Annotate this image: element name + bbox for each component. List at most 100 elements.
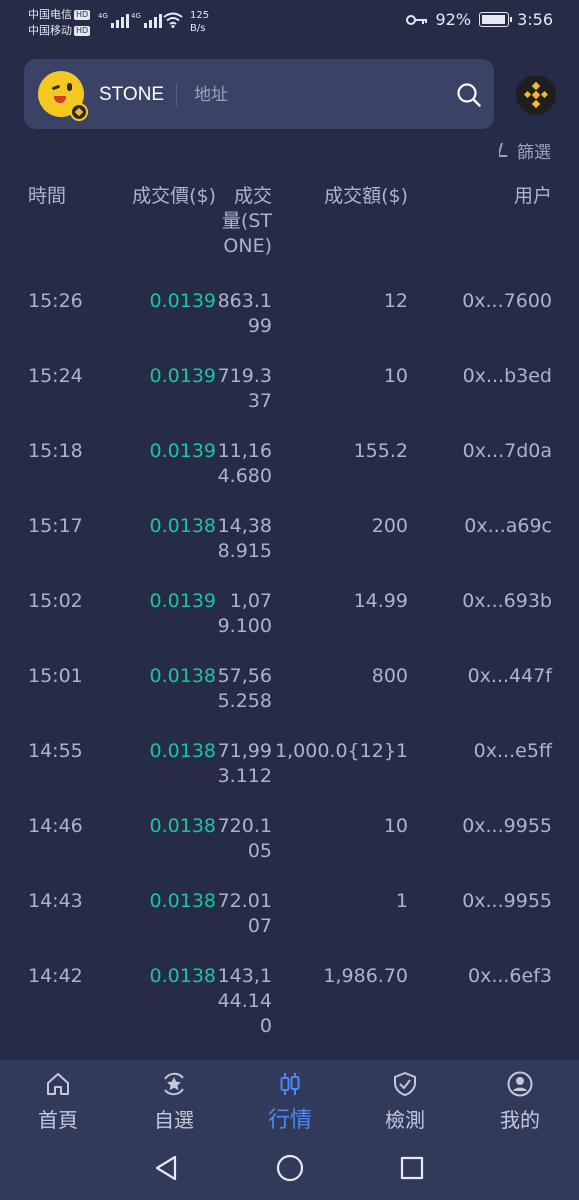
trade-user[interactable]: 0x...693b [420, 589, 552, 614]
trade-price: 0.0138 [149, 890, 216, 912]
trade-amount: 10 [383, 365, 408, 387]
nav-detect-label: 檢測 [385, 1108, 425, 1132]
header-user[interactable]: 用户 [420, 184, 552, 209]
nav-profile[interactable]: 我的 [470, 1060, 570, 1140]
bnb-badge-icon [70, 103, 88, 121]
trade-amount: 12 [383, 290, 408, 312]
table-row[interactable]: 14:46 0.0138 720.105 10 0x...9955 [0, 814, 579, 889]
trade-quantity: 719.337 [217, 365, 272, 412]
header-amount[interactable]: 成交額($) [272, 184, 408, 209]
trade-amount: 200 [371, 515, 408, 537]
trade-price: 0.0138 [149, 815, 216, 837]
home-icon [47, 1073, 69, 1095]
nav-market-label: 行情 [267, 1108, 312, 1133]
trade-user[interactable]: 0x...447f [420, 664, 552, 689]
trade-time: 14:42 [28, 965, 83, 987]
trade-time: 14:43 [28, 890, 83, 912]
trade-quantity: 71,993.112 [217, 740, 272, 787]
trade-user[interactable]: 0x...7600 [420, 289, 552, 314]
trade-quantity: 1,079.100 [217, 590, 272, 637]
nav-watchlist[interactable]: 自選 [124, 1060, 224, 1140]
trade-amount: 1 [395, 890, 408, 912]
trade-time: 15:02 [28, 590, 83, 612]
nav-home-label: 首頁 [38, 1108, 78, 1132]
recents-icon[interactable] [400, 1156, 424, 1180]
carrier-1: 中国电信 HD [28, 8, 91, 21]
header-quantity[interactable]: 成交量(STONE) [216, 184, 272, 259]
filter-label: 篩選 [517, 142, 551, 163]
trade-time: 15:24 [28, 365, 83, 387]
back-icon[interactable] [153, 1154, 179, 1182]
bottom-nav: 首頁 自選 行情 檢測 我的 [0, 1060, 579, 1140]
trade-price: 0.0138 [149, 665, 216, 687]
nav-watchlist-label: 自選 [154, 1108, 194, 1132]
status-bar: 中国电信 HD 中国移动 HD 4G 4G 125 B/s 92% 3:56 [0, 0, 579, 46]
candlestick-icon [280, 1073, 300, 1095]
table-row[interactable]: 14:43 0.0138 72.0107 1 0x...9955 [0, 889, 579, 964]
bnb-chain-icon[interactable] [516, 75, 556, 115]
trade-price: 0.0139 [149, 440, 216, 462]
nav-market[interactable]: 行情 [240, 1060, 340, 1140]
trade-price: 0.0139 [149, 290, 216, 312]
table-row[interactable]: 15:02 0.0139 1,079.100 14.99 0x...693b [0, 589, 579, 664]
trade-price: 0.0138 [149, 515, 216, 537]
battery-percent: 92% [435, 10, 472, 29]
clock: 3:56 [517, 10, 553, 29]
trade-time: 15:01 [28, 665, 83, 687]
token-avatar-icon[interactable] [38, 71, 88, 121]
header-time[interactable]: 時間 [28, 184, 118, 209]
trade-quantity: 143,144.140 [217, 965, 272, 1037]
trade-quantity: 14,388.915 [217, 515, 272, 562]
table-row[interactable]: 14:42 0.0138 143,144.140 1,986.70 0x...6… [0, 964, 579, 1039]
trade-quantity: 72.0107 [217, 890, 272, 937]
table-row[interactable]: 14:55 0.0138 71,993.112 1,000.0{12}1 0x.… [0, 739, 579, 814]
trade-price: 0.0139 [149, 365, 216, 387]
nav-detect[interactable]: 檢測 [355, 1060, 455, 1140]
trade-amount: 1,000.0{12}1 [275, 740, 408, 762]
table-row[interactable]: 15:24 0.0139 719.337 10 0x...b3ed [0, 364, 579, 439]
table-row[interactable]: 15:01 0.0138 57,565.258 800 0x...447f [0, 664, 579, 739]
table-row[interactable]: 15:17 0.0138 14,388.915 200 0x...a69c [0, 514, 579, 589]
trade-amount: 800 [371, 665, 408, 687]
trade-time: 15:17 [28, 515, 83, 537]
trade-quantity: 57,565.258 [217, 665, 272, 712]
trade-time: 14:46 [28, 815, 83, 837]
search-icon[interactable] [456, 82, 482, 108]
signal-icon: 4G [98, 12, 129, 28]
token-search-bar: STONE [24, 59, 494, 129]
trade-price: 0.0138 [149, 965, 216, 987]
trade-amount: 155.2 [353, 440, 408, 462]
trade-time: 14:55 [28, 740, 83, 762]
nav-profile-label: 我的 [500, 1108, 540, 1132]
shield-check-icon [394, 1072, 416, 1096]
filter-button[interactable]: 篩選 [499, 138, 551, 162]
trade-user[interactable]: 0x...9955 [420, 889, 552, 914]
trade-time: 15:18 [28, 440, 83, 462]
address-input[interactable] [194, 79, 444, 111]
home-circle-icon[interactable] [276, 1154, 304, 1182]
trade-quantity: 720.105 [217, 815, 272, 862]
trade-amount: 10 [383, 815, 408, 837]
trade-quantity: 11,164.680 [217, 440, 272, 487]
trade-price: 0.0138 [149, 740, 216, 762]
battery-icon [479, 12, 513, 27]
wifi-icon [163, 12, 183, 28]
header-price[interactable]: 成交價($) [120, 184, 216, 209]
trade-user[interactable]: 0x...b3ed [420, 364, 552, 389]
signal-icon: 4G [131, 12, 162, 28]
divider [176, 84, 177, 106]
trade-user[interactable]: 0x...7d0a [420, 439, 552, 464]
trade-user[interactable]: 0x...9955 [420, 814, 552, 839]
trade-user[interactable]: 0x...6ef3 [420, 964, 552, 989]
trade-user[interactable]: 0x...a69c [420, 514, 552, 539]
table-row[interactable]: 15:18 0.0139 11,164.680 155.2 0x...7d0a [0, 439, 579, 514]
nav-home[interactable]: 首頁 [8, 1060, 108, 1140]
trade-amount: 14.99 [353, 590, 408, 612]
trade-user[interactable]: 0x...e5ff [420, 739, 552, 764]
key-icon [405, 14, 427, 25]
token-name[interactable]: STONE [99, 84, 164, 106]
filter-icon [499, 143, 511, 157]
user-icon [507, 1071, 533, 1097]
table-row[interactable]: 15:26 0.0139 863.199 12 0x...7600 [0, 289, 579, 364]
star-icon [164, 1072, 184, 1096]
